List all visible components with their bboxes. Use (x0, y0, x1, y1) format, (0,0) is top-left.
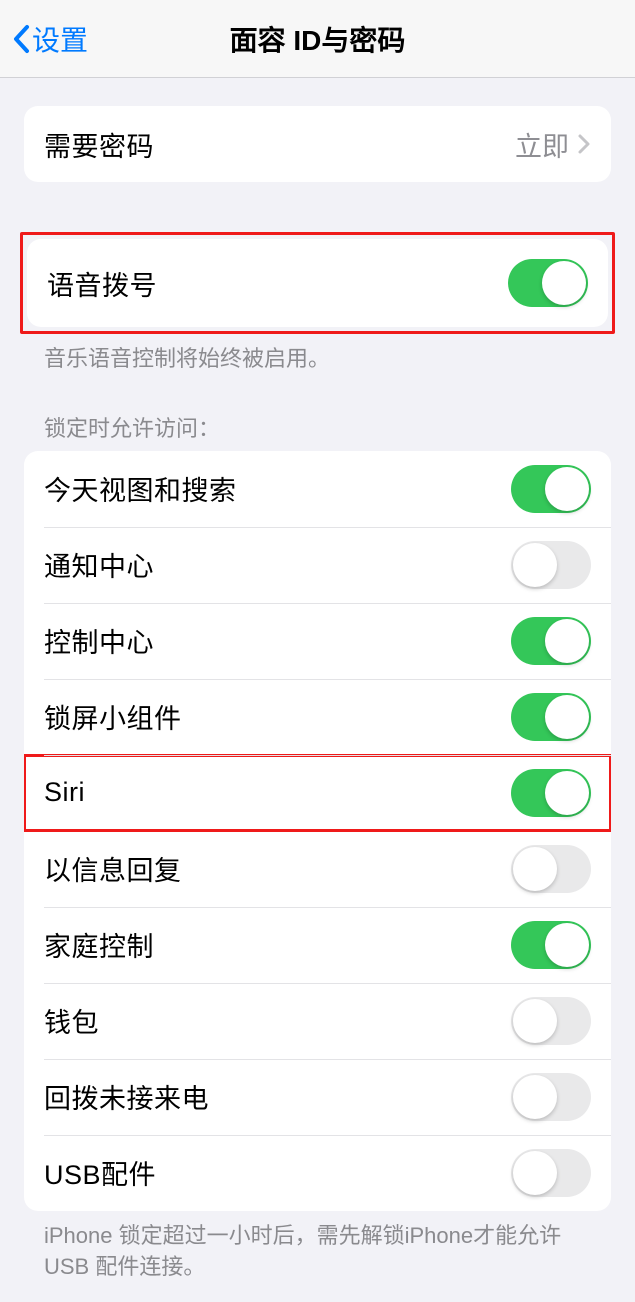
voice-dial-row: 语音拨号 (27, 239, 608, 327)
lock-access-label: 以信息回复 (44, 849, 182, 888)
require-passcode-value: 立即 (515, 125, 569, 164)
lock-access-header: 锁定时允许访问： (44, 411, 591, 443)
lock-access-label: 钱包 (44, 1001, 99, 1040)
lock-access-label: 今天视图和搜索 (44, 469, 237, 508)
require-passcode-label: 需要密码 (44, 125, 154, 164)
voice-dial-toggle[interactable] (508, 259, 588, 307)
lock-access-label: 锁屏小组件 (44, 697, 182, 736)
lock-access-row: 通知中心 (24, 527, 611, 603)
chevron-right-icon (577, 133, 591, 155)
lock-access-row: 今天视图和搜索 (24, 451, 611, 527)
lock-access-label: 家庭控制 (44, 925, 154, 964)
lock-access-row: Siri (24, 755, 611, 831)
lock-access-row: 钱包 (24, 983, 611, 1059)
lock-access-row: 以信息回复 (24, 831, 611, 907)
voice-dial-footer: 音乐语音控制将始终被启用。 (44, 344, 591, 375)
back-label: 设置 (32, 19, 88, 59)
lock-access-label: 控制中心 (44, 621, 154, 660)
lock-access-row: USB配件 (24, 1135, 611, 1211)
lock-access-toggle[interactable] (511, 1149, 591, 1197)
page-title: 面容 ID与密码 (230, 19, 406, 59)
lock-access-label: USB配件 (44, 1153, 156, 1192)
lock-access-toggle[interactable] (511, 997, 591, 1045)
lock-access-toggle[interactable] (511, 845, 591, 893)
lock-access-toggle[interactable] (511, 617, 591, 665)
lock-access-label: 通知中心 (44, 545, 154, 584)
lock-access-row: 控制中心 (24, 603, 611, 679)
require-passcode-row[interactable]: 需要密码 立即 (24, 106, 611, 182)
passcode-group: 需要密码 立即 (24, 106, 611, 182)
voice-dial-label: 语音拨号 (47, 264, 157, 303)
chevron-left-icon (12, 24, 30, 54)
voice-dial-group: 语音拨号 (27, 239, 608, 327)
lock-access-row: 回拨未接来电 (24, 1059, 611, 1135)
lock-access-footer: iPhone 锁定超过一小时后，需先解锁iPhone才能允许 USB 配件连接。 (44, 1221, 591, 1283)
lock-access-toggle[interactable] (511, 465, 591, 513)
lock-access-toggle[interactable] (511, 693, 591, 741)
lock-access-toggle[interactable] (511, 541, 591, 589)
lock-access-row: 锁屏小组件 (24, 679, 611, 755)
voice-dial-highlight: 语音拨号 (20, 232, 615, 334)
lock-access-label: 回拨未接来电 (44, 1077, 209, 1116)
lock-access-toggle[interactable] (511, 769, 591, 817)
lock-access-toggle[interactable] (511, 921, 591, 969)
lock-access-label: Siri (44, 777, 85, 808)
lock-access-row: 家庭控制 (24, 907, 611, 983)
lock-access-group: 今天视图和搜索通知中心控制中心锁屏小组件 Siri 以信息回复家庭控制钱包回拨未接来… (24, 451, 611, 1211)
navigation-bar: 设置 面容 ID与密码 (0, 0, 635, 78)
back-button[interactable]: 设置 (12, 19, 88, 59)
lock-access-toggle[interactable] (511, 1073, 591, 1121)
